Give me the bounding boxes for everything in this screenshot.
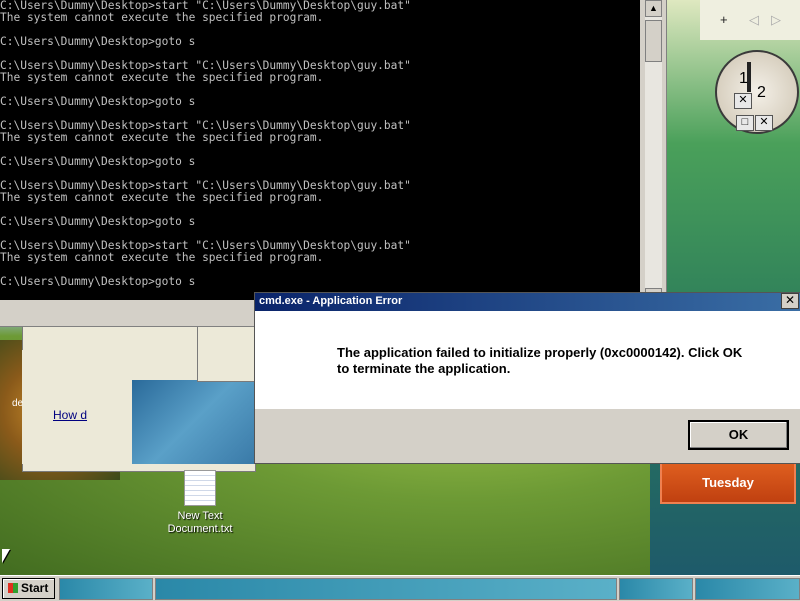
help-link[interactable]: How d (53, 408, 87, 422)
taskbar-button[interactable] (155, 578, 617, 600)
console-line: C:\Users\Dummy\Desktop>goto s (0, 275, 196, 288)
console-line: C:\Users\Dummy\Desktop>goto s (0, 95, 196, 108)
desktop-icon-new-text-document[interactable]: New Text Document.txt (162, 470, 238, 536)
background-window-pane (132, 380, 254, 464)
console-line: The system cannot execute the specified … (0, 131, 324, 144)
background-window-panel (197, 325, 256, 382)
error-message: The application failed to initialize pro… (337, 345, 743, 376)
background-window-panel (22, 350, 132, 464)
mouse-cursor-icon (2, 549, 10, 563)
prev-gadget-icon[interactable]: ◁ (749, 12, 759, 28)
gadget-options-icon[interactable]: □ (736, 115, 754, 131)
application-error-dialog[interactable]: cmd.exe - Application Error ✕ The applic… (254, 292, 800, 464)
dialog-body: The application failed to initialize pro… (255, 311, 800, 409)
windows-logo-icon (8, 583, 18, 593)
vertical-scrollbar[interactable]: ▲ ▲ ▼ (645, 0, 662, 326)
clock-number: 2 (757, 84, 766, 101)
clock-number: 1 (739, 70, 748, 87)
console-output[interactable]: C:\Users\Dummy\Desktop>start "C:\Users\D… (0, 0, 640, 300)
taskbar-button[interactable] (59, 578, 153, 600)
partial-label: de (12, 398, 24, 409)
ok-button[interactable]: OK (688, 420, 789, 450)
dialog-title: cmd.exe - Application Error (259, 295, 403, 307)
taskbar-button[interactable] (695, 578, 800, 600)
console-line: C:\Users\Dummy\Desktop>goto s (0, 35, 196, 48)
start-label: Start (21, 581, 49, 595)
desktop-icon-label: Document.txt (167, 523, 233, 535)
console-line: The system cannot execute the specified … (0, 191, 324, 204)
taskbar: Start (0, 575, 800, 601)
calendar-day: Tuesday (702, 475, 754, 490)
close-icon[interactable]: ✕ (781, 293, 799, 309)
gadget-close-icon[interactable]: ✕ (755, 115, 773, 131)
console-line: The system cannot execute the specified … (0, 71, 324, 84)
console-line: The system cannot execute the specified … (0, 251, 324, 264)
console-line: The system cannot execute the specified … (0, 11, 324, 24)
dialog-titlebar[interactable]: cmd.exe - Application Error (255, 293, 800, 311)
gadget-close-icon[interactable]: ✕ (734, 93, 752, 109)
taskbar-button[interactable] (619, 578, 693, 600)
add-gadget-icon[interactable]: + (720, 12, 728, 27)
desktop-icon-label: New Text (177, 510, 223, 522)
text-file-icon (184, 470, 216, 506)
start-button[interactable]: Start (2, 578, 55, 599)
scroll-thumb[interactable] (645, 20, 662, 62)
next-gadget-icon[interactable]: ▷ (771, 12, 781, 28)
console-line: C:\Users\Dummy\Desktop>goto s (0, 155, 196, 168)
arrow-up-icon[interactable]: ▲ (645, 0, 662, 17)
calendar-gadget: Tuesday (660, 462, 796, 504)
console-line: C:\Users\Dummy\Desktop>goto s (0, 215, 196, 228)
console-window[interactable]: C:\Users\Dummy\Desktop>start "C:\Users\D… (0, 0, 667, 327)
